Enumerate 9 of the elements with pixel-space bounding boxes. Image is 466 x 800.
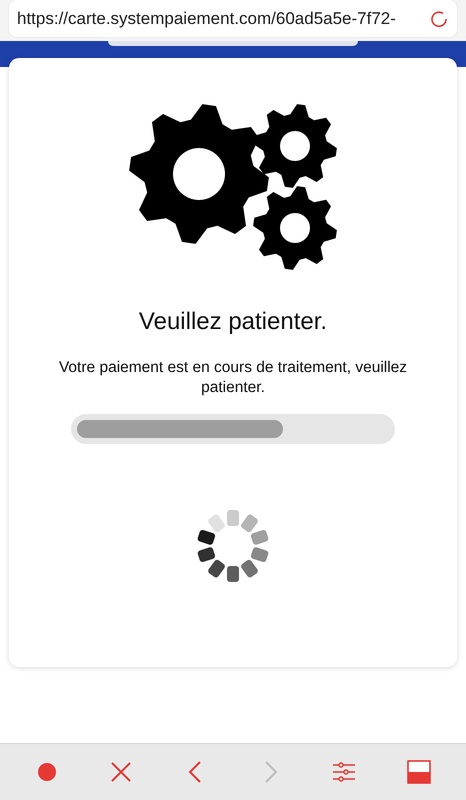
gears-icon: [129, 104, 337, 270]
reload-icon[interactable]: [429, 8, 449, 28]
address-field[interactable]: https://carte.systempaiement.com/60ad5a5e-7f72-: [9, 0, 457, 37]
panel-icon: [406, 760, 431, 784]
sliders-icon: [332, 760, 356, 784]
url-text: https://carte.systempaiement.com/60ad5a5e-7f72-: [17, 8, 397, 28]
heading: Veuillez patienter.: [138, 308, 328, 336]
close-icon: [109, 760, 134, 784]
message-text: Votre paiement est en cours de traitement, veuillez patienter.: [58, 358, 408, 398]
